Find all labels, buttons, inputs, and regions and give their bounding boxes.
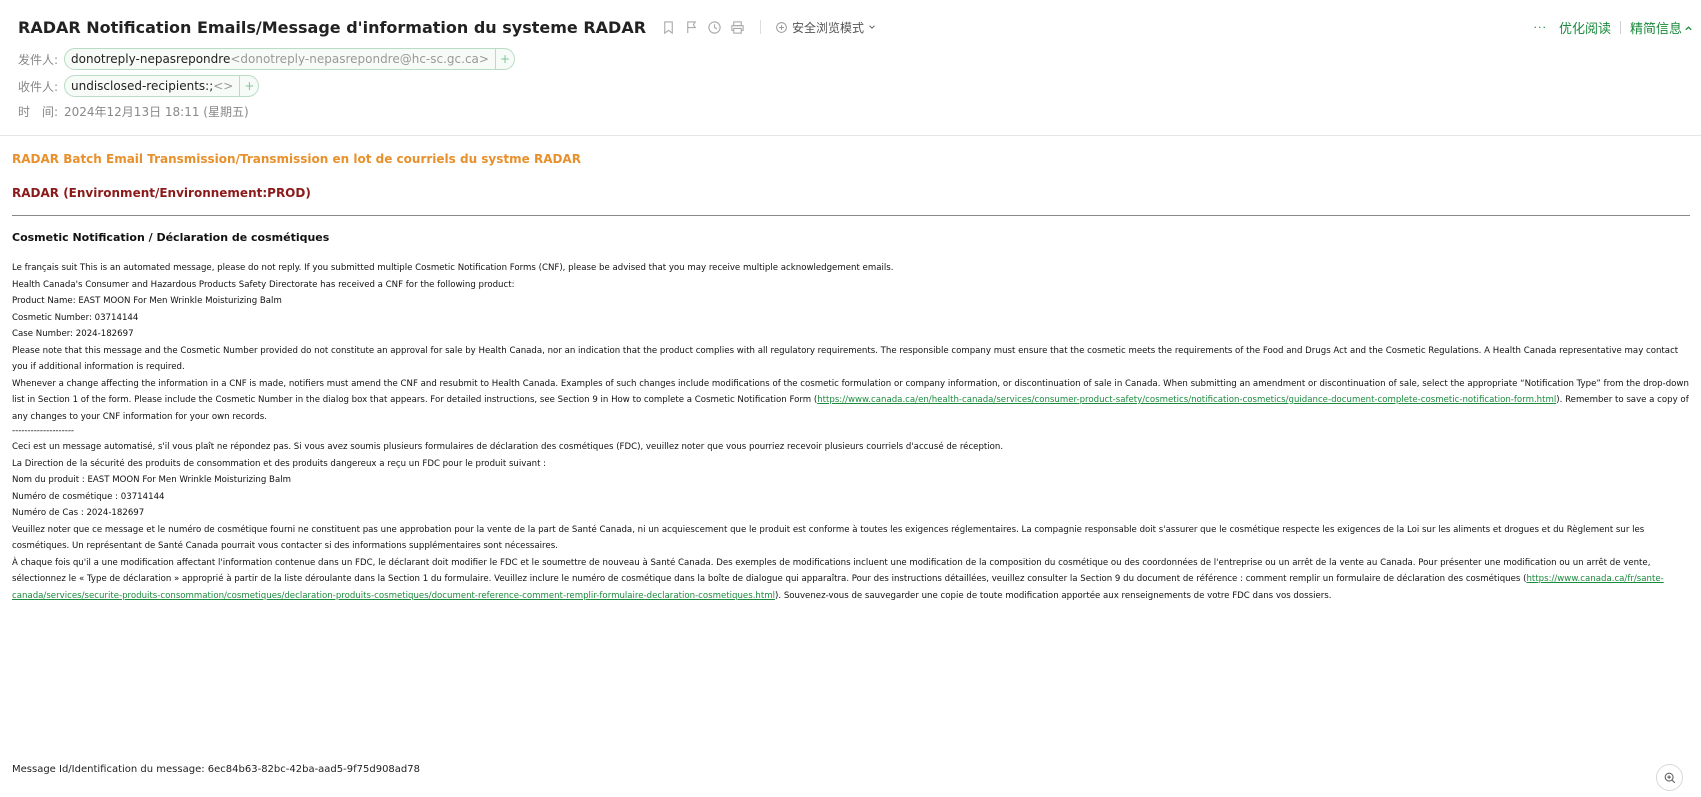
shield-icon [776,21,787,33]
to-label: 收件人: [18,79,59,94]
section-title: Cosmetic Notification / Déclaration de c… [12,231,330,244]
add-contact-icon[interactable]: + [494,49,514,69]
chevron-up-icon [1685,26,1692,31]
recipient-name: undisclosed-recipients:; [71,79,214,93]
header-action-divider [1619,21,1621,34]
brief-info-button[interactable]: 精简信息 [1630,18,1693,37]
time-label: 时 间: [18,105,59,119]
print-icon[interactable] [729,19,746,36]
brief-info-label: 精简信息 [1629,22,1682,37]
to-row: 收件人: undisclosed-recipients:; <> + [18,75,260,97]
fr-received: La Direction de la sécurité des produits… [12,458,547,469]
from-row: 发件人: donotreply-nepasrepondre <donotrepl… [18,48,515,70]
time-value: 2024年12月13日 18:11 (星期五) [64,105,249,119]
time-row: 时 间: 2024年12月13日 18:11 (星期五) [18,103,249,120]
chevron-down-icon [869,25,875,29]
en-note: Please note that this message and the Co… [12,345,1679,373]
sender-chip[interactable]: donotreply-nepasrepondre <donotreply-nep… [64,48,515,70]
fr-product-name: Nom du produit : EAST MOON For Men Wrink… [12,475,291,485]
safe-browse-mode-toggle[interactable]: 安全浏览模式 [775,19,876,36]
safe-browse-mode-label: 安全浏览模式 [792,20,865,35]
batch-title: RADAR Batch Email Transmission/Transmiss… [12,152,581,166]
fr-cosmetic-number: Numéro de cosmétique : 03714144 [12,491,165,502]
sender-address: <donotreply-nepasrepondre@hc-sc.gc.ca> [230,52,489,66]
zoom-in-icon [1664,772,1675,783]
fr-intro: Ceci est un message automatisé, s'il vou… [12,442,1004,452]
en-intro: Le français suit This is an automated me… [12,263,894,273]
en-change-instructions: Whenever a change affecting the informat… [12,376,1692,426]
recipient-chip[interactable]: undisclosed-recipients:; <> + [64,75,260,97]
more-icon[interactable]: ··· [1533,21,1547,34]
fr-case-number: Numéro de Cas : 2024-182697 [12,508,145,518]
en-received: Health Canada's Consumer and Hazardous P… [12,279,515,290]
fr-change-text-end: ). Souvenez-vous de sauvegarder une copi… [775,590,1332,601]
message-id: Message Id/Identification du message: 6e… [12,764,420,775]
header-actions: ··· 优化阅读 精简信息 [1533,18,1693,37]
recipient-address: <> [213,79,234,93]
french-section: Ceci est un message automatisé, s'il vou… [12,439,1692,604]
from-label: 发件人: [18,52,59,67]
sender-name: donotreply-nepasrepondre [71,52,231,66]
subject-toolbar: 安全浏览模式 [660,19,876,36]
en-product-name: Product Name: EAST MOON For Men Wrinkle … [12,296,282,306]
divider-line: -------------------- [12,426,75,436]
bookmark-icon[interactable] [660,19,677,36]
en-guidance-link[interactable]: https://www.canada.ca/en/health-canada/s… [817,395,1556,405]
en-cosmetic-number: Cosmetic Number: 03714144 [12,312,139,323]
english-section: Le français suit This is an automated me… [12,260,1692,425]
toolbar-divider [760,20,762,34]
clock-icon[interactable] [706,19,723,36]
email-header: RADAR Notification Emails/Message d'info… [0,0,1701,136]
environment-label: RADAR (Environment/Environnement:PROD) [12,186,311,200]
subject-row: RADAR Notification Emails/Message d'info… [18,14,876,40]
add-contact-icon[interactable]: + [239,76,258,96]
zoom-button[interactable] [1656,764,1683,791]
body-divider [12,215,1690,216]
optimize-read-button[interactable]: 优化阅读 [1559,18,1611,37]
fr-note: Veuillez noter que ce message et le numé… [12,524,1645,552]
flag-icon[interactable] [683,19,700,36]
email-subject: RADAR Notification Emails/Message d'info… [18,17,647,37]
en-case-number: Case Number: 2024-182697 [12,329,134,339]
fr-change-text: À chaque fois qu'il a une modification a… [12,557,1651,585]
fr-change-instructions: À chaque fois qu'il a une modification a… [12,555,1692,605]
